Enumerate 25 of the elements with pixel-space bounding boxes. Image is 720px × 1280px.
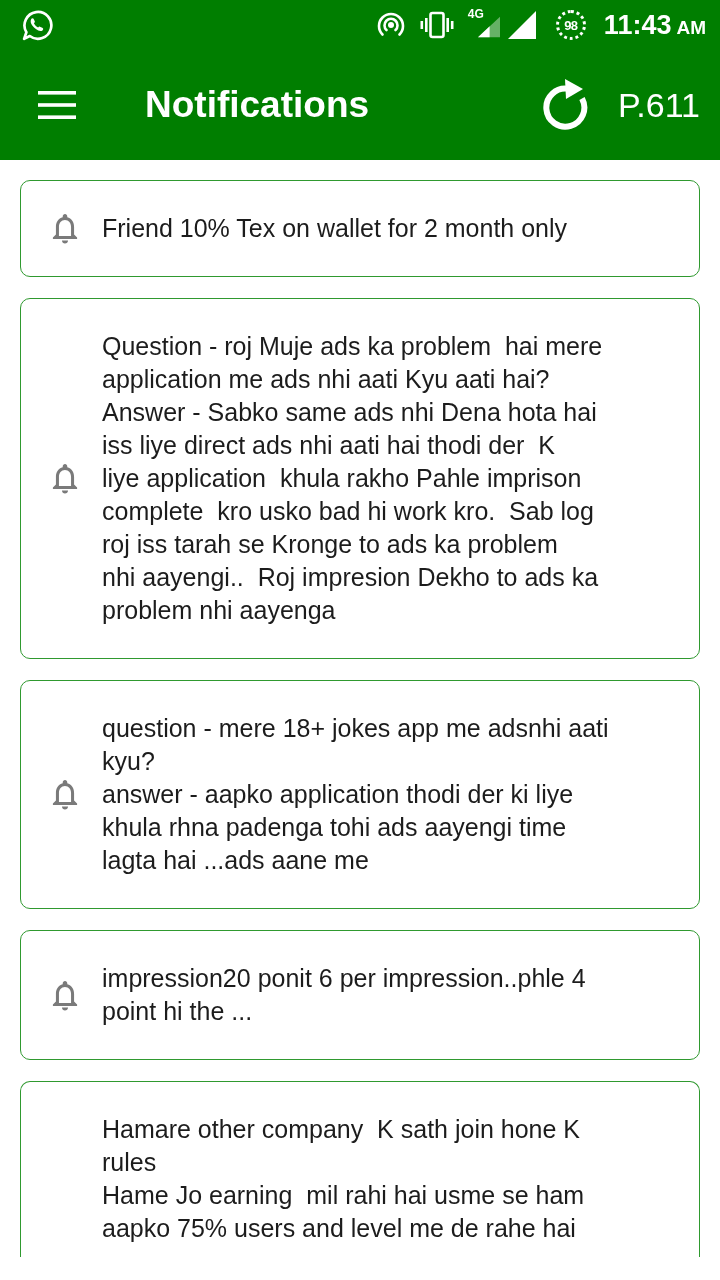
hotspot-icon [376, 11, 405, 39]
notification-card[interactable]: question - mere 18+ jokes app me adsnhi aati kyu? answer - aapko application thodi der ki liye khula rhna padenga tohi ads aayengi time lagta hai ...ads aane me [20, 680, 700, 909]
network-type-label: 4G [467, 8, 484, 20]
bell-icon [52, 779, 78, 810]
bell-icon [52, 979, 78, 1011]
signal-strength-icon [507, 10, 536, 40]
notification-card[interactable] [20, 298, 700, 659]
bell-icon [52, 213, 78, 244]
clock-time: 11:43 [603, 9, 672, 41]
notification-text: impression20 ponit 6 per impression..phle 4 point hi the ... [102, 963, 586, 1027]
screen-title: Notifications [145, 84, 371, 126]
vibrate-icon [419, 11, 454, 39]
notification-card[interactable]: Hamare other company K sath join hone K rules Hame Jo earning mil rahi hai usme se ham aapko 75% users and level me de rahe hai [20, 1081, 700, 1257]
menu-icon [38, 91, 76, 119]
notification-text: question - mere 18+ jokes app me adsnhi aati kyu? answer - aapko application thodi der ki liye khula rhna padenga tohi ads aayengi time lagta hai ...ads aane me [102, 713, 609, 876]
notification-card[interactable]: impression20 ponit 6 per impression..phle 4 point hi the ... [20, 930, 700, 1060]
bell-icon [52, 463, 78, 494]
notification-text: Friend 10% Tex on wallet for 2 month only [102, 213, 568, 244]
notification-text: Hamare other company K sath join hone K rules Hame Jo earning mil rahi hai usme se ham aapko 75% users and level me de rahe hai [102, 1114, 585, 1244]
battery-indicator: 98 [555, 10, 586, 40]
chat-bubble-phone-icon [20, 8, 53, 42]
points-balance: P.611 [618, 85, 700, 125]
notification-text: Question - roj Muje ads ka problem hai mere application me ads nhi aati Kyu aati hai? Answer - Sabko same ads nhi Dena hota hai iss liye direct ads nhi aati hai thodi der K liye application khula rakho Pahle imprison complete kro usko bad hi work kro. Sab log roj iss tarah se Kronge to ads ka problem nhi aayengi.. Roj impresion Dekho to ads ka problem nhi aayenga [102, 331, 603, 626]
clock-meridiem: AM [676, 17, 706, 39]
notification-card[interactable]: Friend 10% Tex on wallet for 2 month only [20, 180, 700, 277]
